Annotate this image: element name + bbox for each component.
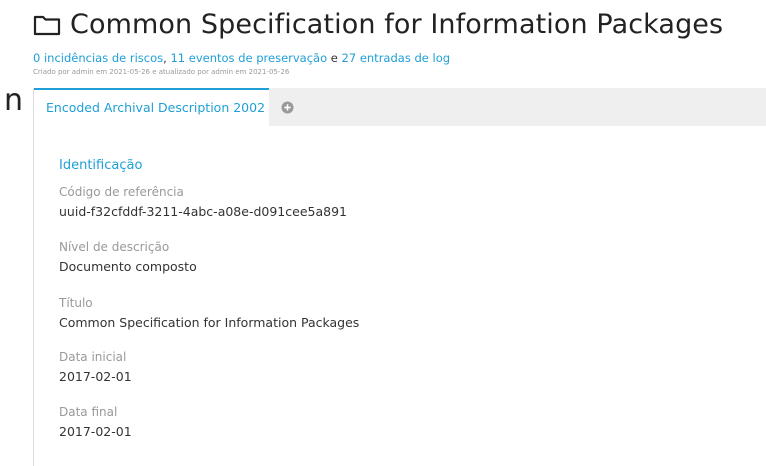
field-label: Nível de descrição [59, 240, 170, 254]
folder-icon [33, 15, 61, 35]
field-label: Data final [59, 405, 118, 419]
section-title: Identificação [59, 158, 143, 173]
field-end-date: Data final 2017-02-01 [59, 405, 132, 439]
clipped-side-text: n [4, 83, 24, 118]
log-entries-link[interactable]: 27 entradas de log [342, 51, 451, 65]
tab-ead-2002[interactable]: Encoded Archival Description 2002 [34, 88, 269, 126]
field-description-level: Nível de descrição Documento composto [59, 240, 197, 274]
separator: , [163, 51, 167, 65]
descriptive-metadata-tabs: Encoded Archival Description 2002 [33, 88, 766, 126]
risk-incidences-link[interactable]: 0 incidências de riscos [33, 51, 163, 65]
created-updated-info: Criado por admin em 2021-05-26 e atualiz… [33, 68, 290, 76]
field-value: 2017-02-01 [59, 369, 132, 384]
page-header: Common Specification for Information Pac… [33, 9, 723, 40]
plus-circle-icon[interactable] [281, 101, 294, 114]
object-stats: 0 incidências de riscos, 11 eventos de p… [33, 51, 450, 65]
metadata-panel: Identificação Código de referência uuid-… [33, 126, 766, 466]
field-title: Título Common Specification for Informat… [59, 296, 359, 330]
conjunction-text: e [330, 51, 338, 65]
field-value: 2017-02-01 [59, 424, 132, 439]
field-value: Common Specification for Information Pac… [59, 315, 360, 330]
field-reference-code: Código de referência uuid-f32cfddf-3211-… [59, 185, 347, 219]
field-label: Título [59, 296, 93, 310]
field-label: Código de referência [59, 185, 184, 199]
field-label: Data inicial [59, 350, 127, 364]
field-start-date: Data inicial 2017-02-01 [59, 350, 132, 384]
preservation-events-link[interactable]: 11 eventos de preservação [170, 51, 327, 65]
field-value: uuid-f32cfddf-3211-4abc-a08e-d091cee5a89… [59, 204, 347, 219]
page-title: Common Specification for Information Pac… [70, 9, 724, 40]
field-value: Documento composto [59, 259, 197, 274]
